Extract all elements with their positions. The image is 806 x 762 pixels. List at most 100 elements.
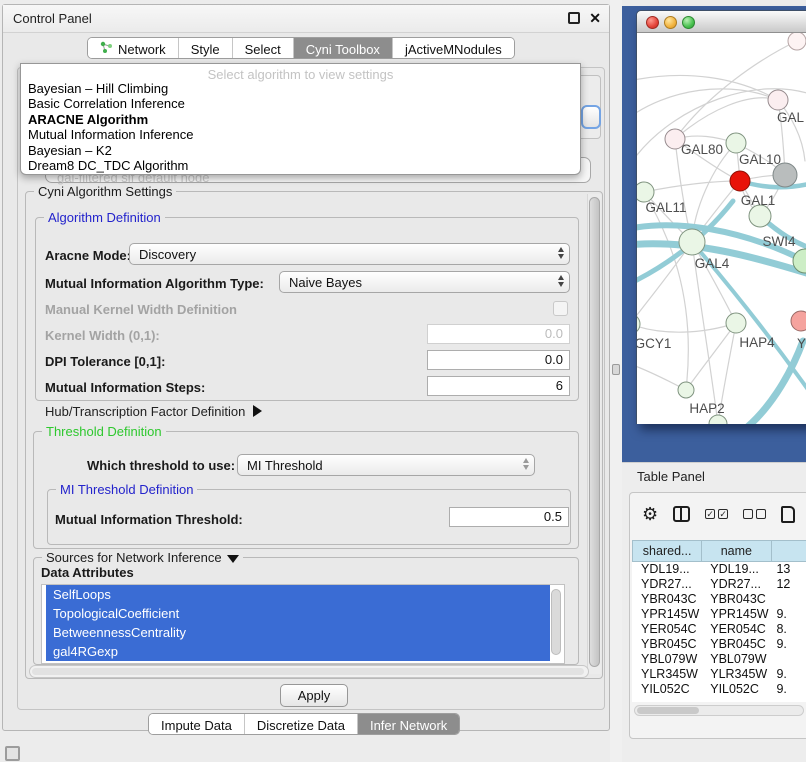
algorithm-option-dream8-dc-tdc-algorithm[interactable]: Dream8 DC_TDC Algorithm — [21, 158, 580, 173]
settings-horizontal-scrollbar[interactable] — [29, 665, 589, 678]
node-gal11[interactable] — [637, 182, 654, 202]
node-gal10-label: GAL10 — [739, 152, 781, 167]
settings-horizontal-scrollbar-thumb[interactable] — [32, 668, 584, 675]
network-window-titlebar[interactable] — [637, 11, 806, 33]
float-window-icon[interactable] — [568, 12, 580, 24]
tab-jactivemnodules[interactable]: jActiveMNodules — [393, 38, 514, 58]
settings-vertical-scrollbar[interactable] — [587, 194, 601, 674]
table-row[interactable]: YBL079WYBL079W — [632, 652, 806, 667]
table-horizontal-scrollbar[interactable] — [634, 705, 804, 716]
node-hap2[interactable] — [678, 382, 694, 398]
select-all-icon[interactable]: ✓✓ — [705, 509, 728, 519]
table-cell — [771, 592, 806, 607]
tab-label: Infer Network — [370, 718, 447, 733]
table-row[interactable]: YER054CYER054C8. — [632, 622, 806, 637]
mi-threshold-input[interactable]: 0.5 — [449, 507, 569, 527]
algorithm-option-aracne-algorithm[interactable]: ARACNE Algorithm — [21, 112, 580, 127]
zoom-traffic-light-icon[interactable] — [682, 16, 695, 29]
mi-type-select[interactable]: Naive Bayes — [279, 271, 570, 293]
close-traffic-light-icon[interactable] — [646, 16, 659, 29]
algorithm-option-basic-correlation-inference[interactable]: Basic Correlation Inference — [21, 96, 580, 111]
new-table-icon[interactable] — [781, 506, 795, 523]
column-header-cut[interactable] — [772, 540, 806, 562]
kernel-width-input[interactable]: 0.0 — [427, 324, 570, 344]
algorithm-option-bayesian-k2[interactable]: Bayesian – K2 — [21, 143, 580, 158]
tab-select[interactable]: Select — [233, 38, 294, 58]
gear-icon[interactable]: ⚙ — [642, 505, 658, 523]
network-edge — [644, 192, 688, 390]
tab-style[interactable]: Style — [179, 38, 233, 58]
table-row[interactable]: YLR345WYLR345W9. — [632, 667, 806, 682]
manual-kernel-checkbox[interactable] — [553, 301, 568, 316]
bottom-tab-impute-data[interactable]: Impute Data — [149, 714, 245, 734]
node-hap4[interactable] — [726, 313, 746, 333]
data-attributes-list: SelfLoopsTopologicalCoefficientBetweenne… — [41, 584, 565, 664]
network-edge — [637, 89, 778, 119]
minimized-panel-icon[interactable] — [5, 746, 20, 761]
bottom-tab-discretize-data[interactable]: Discretize Data — [245, 714, 358, 734]
table-cell: YLR345W — [632, 667, 702, 682]
table-row[interactable]: YBR045CYBR045C9. — [632, 637, 806, 652]
which-threshold-label: Which threshold to use: — [87, 458, 235, 473]
sources-title-text: Sources for Network Inference — [46, 550, 222, 565]
table-cell — [771, 652, 806, 667]
settings-vertical-scrollbar-thumb[interactable] — [589, 197, 600, 667]
node-swi4[interactable] — [749, 205, 771, 227]
column-header-shared...[interactable]: shared... — [632, 540, 702, 562]
node-gal11-label: GAL11 — [645, 200, 686, 215]
expanded-arrow-icon — [227, 555, 239, 563]
node-gal4[interactable] — [679, 229, 705, 255]
aracne-mode-select[interactable]: Discovery — [129, 243, 570, 265]
combo-arrows-icon — [558, 275, 564, 287]
node-gal-cut[interactable] — [768, 90, 788, 110]
tab-label: Style — [191, 42, 220, 57]
attribute-item-topologicalcoefficient[interactable]: TopologicalCoefficient — [46, 604, 550, 623]
attribute-item-gal4rgexp[interactable]: gal4RGexp — [46, 642, 550, 661]
node-gal1-red[interactable] — [730, 171, 750, 191]
table-cell: 9. — [771, 682, 806, 697]
table-row[interactable]: YIL052CYIL052C9. — [632, 682, 806, 697]
node-bottom[interactable] — [709, 415, 727, 424]
table-cell: YIL052C — [702, 682, 771, 697]
table-cell: YBR043C — [632, 592, 702, 607]
node-hap4-label: HAP4 — [739, 335, 775, 350]
apply-button[interactable]: Apply — [280, 684, 348, 707]
sources-group-title[interactable]: Sources for Network Inference — [42, 550, 243, 565]
table-row[interactable]: YDL19...YDL19...13 — [632, 562, 806, 577]
data-attributes-label: Data Attributes — [41, 565, 134, 580]
which-threshold-value: MI Threshold — [247, 458, 323, 473]
table-row[interactable]: YPR145WYPR145W9. — [632, 607, 806, 622]
network-canvas[interactable]: GALGAL80GAL10GAL1GAL11SWI4GAL4GCY1HAP4YH… — [637, 33, 806, 424]
table-cell: YIL052C — [632, 682, 702, 697]
attribute-item-betweennesscentrality[interactable]: BetweennessCentrality — [46, 623, 550, 642]
node-salmon[interactable] — [791, 311, 806, 331]
cyni-algorithm-settings-title: Cyni Algorithm Settings — [34, 184, 176, 199]
close-icon[interactable]: ✕ — [589, 12, 601, 24]
dpi-tolerance-input[interactable]: 0.0 — [427, 350, 570, 370]
table-horizontal-scrollbar-thumb[interactable] — [637, 707, 699, 714]
mi-steps-label: Mutual Information Steps: — [45, 380, 205, 395]
attributes-scrollbar-thumb[interactable] — [551, 589, 561, 655]
which-threshold-select[interactable]: MI Threshold — [237, 454, 535, 476]
node-gcy1[interactable] — [637, 314, 640, 334]
node-top-partial[interactable] — [788, 33, 806, 50]
tab-cyni-toolbox[interactable]: Cyni Toolbox — [294, 38, 393, 58]
mi-steps-input[interactable]: 6 — [427, 376, 570, 396]
columns-icon[interactable] — [673, 506, 690, 522]
deselect-all-icon[interactable] — [743, 509, 766, 519]
splitter-handle[interactable] — [612, 364, 620, 375]
minimize-traffic-light-icon[interactable] — [664, 16, 677, 29]
algorithm-option-bayesian-hill-climbing[interactable]: Bayesian – Hill Climbing — [21, 81, 580, 96]
algorithm-option-mutual-information-inference[interactable]: Mutual Information Inference — [21, 127, 580, 142]
column-header-name[interactable]: name — [702, 540, 771, 562]
panel-splitter[interactable] — [610, 0, 622, 762]
bottom-tab-infer-network[interactable]: Infer Network — [358, 714, 459, 734]
tab-network[interactable]: Network — [88, 38, 179, 58]
hub-definition-toggle[interactable]: Hub/Transcription Factor Definition — [45, 404, 262, 419]
node-gal10[interactable] — [726, 133, 746, 153]
table-row[interactable]: YDR27...YDR27...12 — [632, 577, 806, 592]
table-row[interactable]: YBR043CYBR043C — [632, 592, 806, 607]
manual-kernel-label: Manual Kernel Width Definition — [45, 302, 237, 317]
attribute-item-selfloops[interactable]: SelfLoops — [46, 585, 550, 604]
control-panel-titlebar: Control Panel — [3, 5, 609, 33]
